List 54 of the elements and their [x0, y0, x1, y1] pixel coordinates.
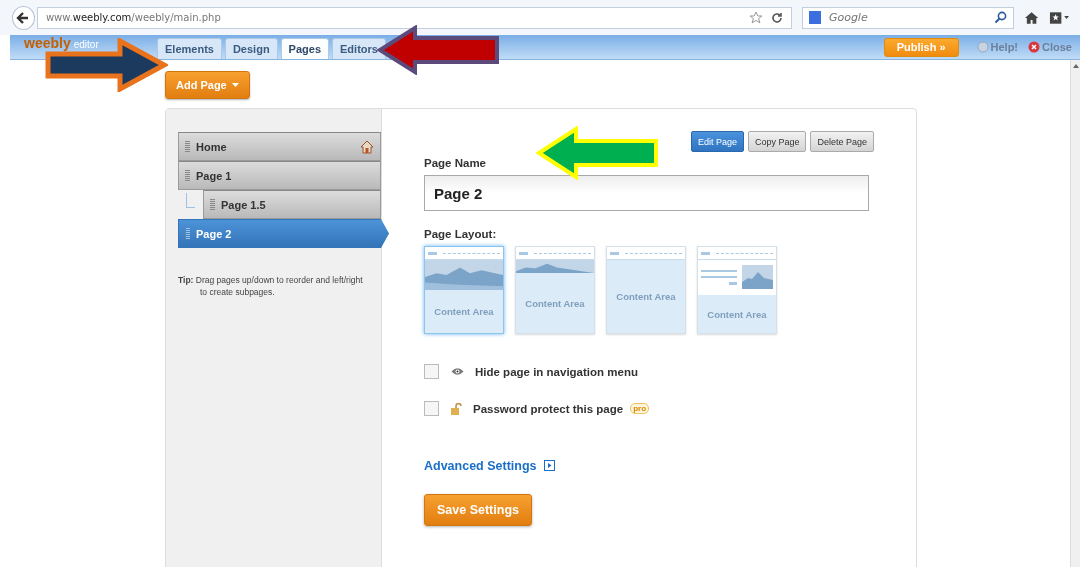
search-icon[interactable] — [993, 11, 1007, 24]
drag-handle-icon[interactable] — [185, 170, 190, 181]
logo-subtitle: editor — [73, 39, 99, 51]
landscape-image-icon — [742, 265, 773, 289]
page-list-item[interactable]: Page 2 — [178, 219, 389, 248]
editor-tab[interactable]: Elements — [157, 38, 222, 59]
caret-icon[interactable] — [231, 83, 239, 87]
page-list-item[interactable]: Home — [178, 132, 381, 161]
tip-text: Tip: Drag pages up/down to reorder and left/right to create subpages. — [178, 274, 364, 299]
back-button[interactable] — [12, 5, 35, 30]
page-action-button[interactable]: Edit Page — [690, 131, 744, 152]
home-icon — [360, 139, 374, 154]
layout-content-label: Content Area — [434, 306, 494, 317]
address-bar[interactable]: www.weebly.com/weebly/main.php — [36, 6, 792, 29]
back-arrow-icon[interactable] — [16, 10, 31, 25]
search-bar[interactable]: Google — [801, 6, 1014, 29]
landscape-banner-icon — [425, 260, 503, 290]
page-action-button[interactable]: Copy Page — [747, 131, 807, 152]
search-engine-icon[interactable] — [808, 11, 821, 24]
logo-text: weebly — [24, 36, 71, 50]
star-icon[interactable] — [748, 10, 763, 25]
checkbox[interactable] — [424, 401, 439, 416]
page-list-item[interactable]: Page 1.5 — [203, 190, 381, 219]
option-label: Password protect this page — [473, 402, 624, 415]
page-list-item[interactable]: Page 1 — [178, 161, 381, 190]
pro-badge: pro — [630, 403, 650, 414]
drag-handle-icon[interactable] — [185, 141, 190, 152]
reload-icon[interactable] — [770, 11, 783, 24]
checkbox[interactable] — [424, 364, 439, 379]
landscape-banner-icon — [516, 260, 594, 273]
page-name-field[interactable]: Page 2 — [424, 175, 869, 211]
option-label: Hide page in navigation menu — [475, 365, 638, 378]
editor-tab[interactable]: Design — [224, 38, 278, 59]
padlock-icon — [451, 402, 462, 415]
field-label: Page Layout: — [424, 228, 498, 240]
advanced-settings-link[interactable]: Advanced Settings — [424, 459, 537, 473]
layout-content-label: Content Area — [707, 308, 767, 320]
editor-tab[interactable]: Pages — [280, 38, 330, 59]
scrollbar[interactable] — [1070, 60, 1080, 567]
eye-icon — [451, 367, 464, 376]
layout-content-label: Content Area — [525, 297, 585, 309]
tree-connector-icon — [186, 193, 195, 208]
expand-icon[interactable] — [543, 460, 555, 471]
drag-handle-icon[interactable] — [185, 228, 190, 239]
layout-content-label: Content Area — [616, 291, 676, 302]
home-icon[interactable] — [1023, 10, 1040, 25]
close-icon[interactable] — [1028, 41, 1041, 53]
bookmarks-icon[interactable] — [1049, 10, 1070, 25]
search-field[interactable]: Google — [826, 10, 988, 25]
drag-handle-icon[interactable] — [210, 199, 215, 210]
scroll-up-arrow-icon[interactable] — [1072, 64, 1079, 68]
editor-tab[interactable]: Editors — [332, 38, 386, 59]
field-label: Page Name — [424, 157, 487, 169]
page-action-button[interactable]: Delete Page — [810, 131, 874, 152]
